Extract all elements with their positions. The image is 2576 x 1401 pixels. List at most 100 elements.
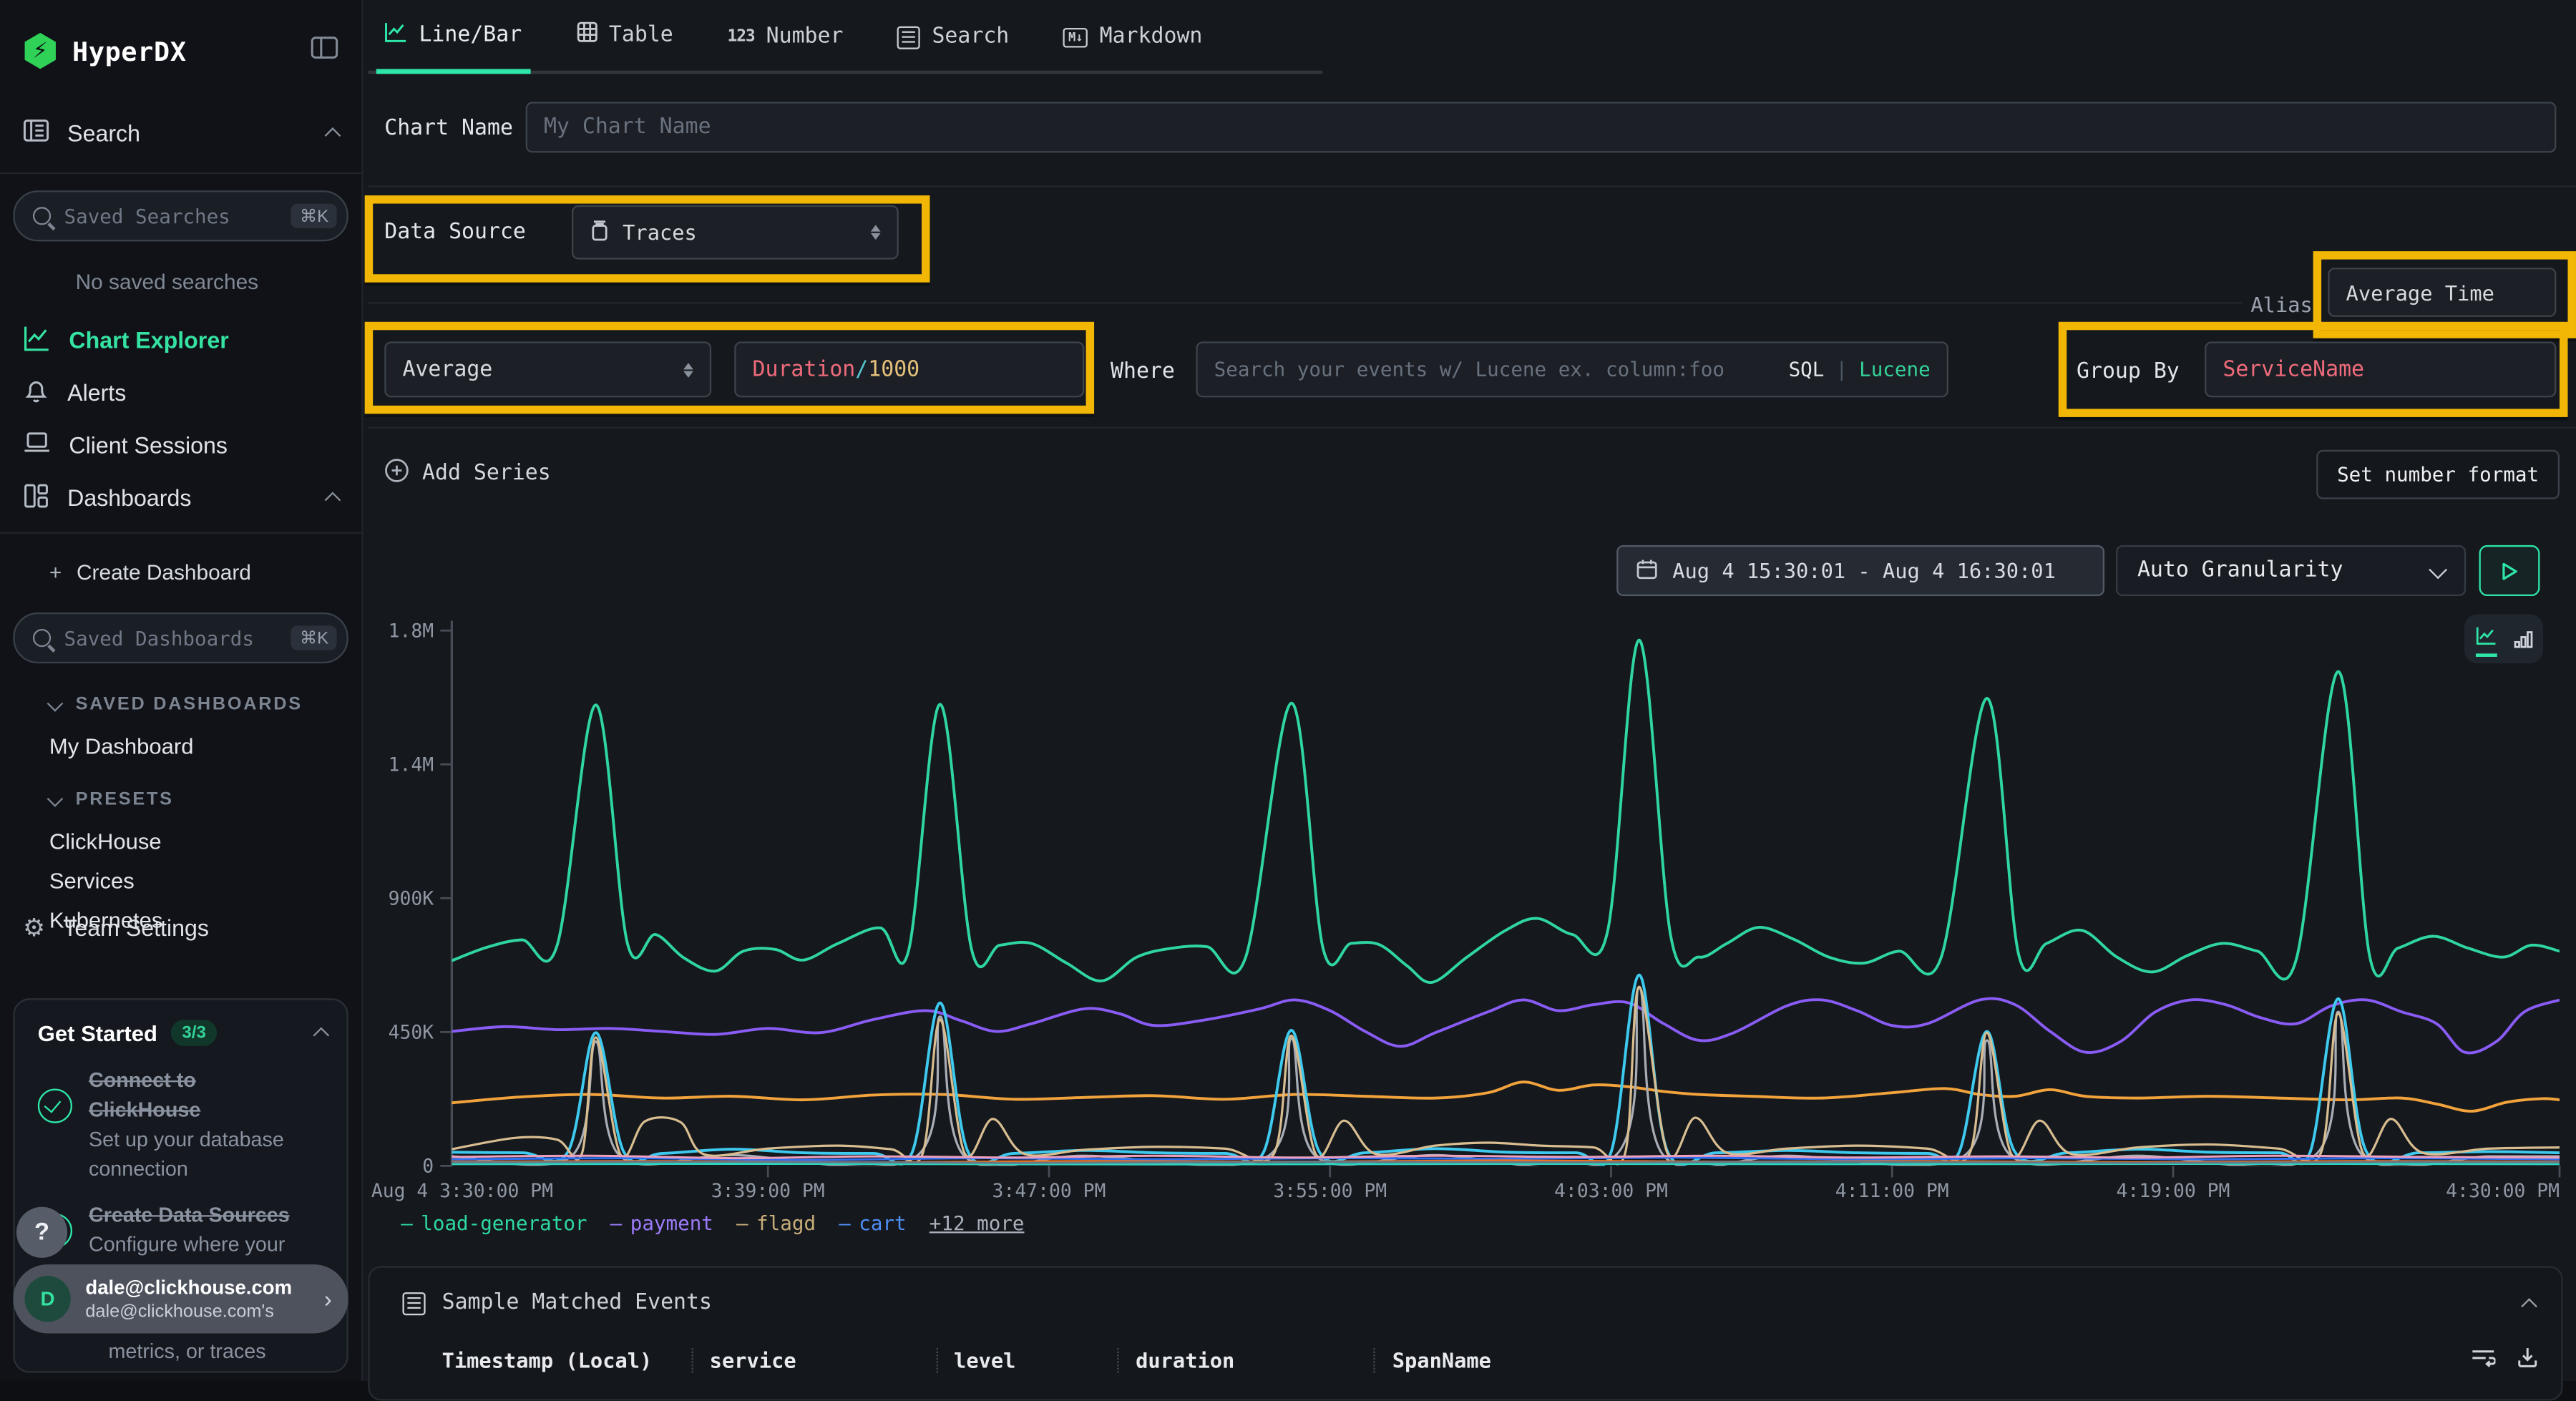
group-presets[interactable]: PRESETS xyxy=(0,778,361,821)
column-header[interactable]: SpanName xyxy=(1392,1347,1491,1372)
legend-dash-icon: — xyxy=(736,1212,748,1235)
aggregation-select[interactable]: Average xyxy=(384,341,711,397)
saved-searches-input[interactable]: ⌘K xyxy=(13,190,348,241)
saved-searches-field[interactable] xyxy=(64,205,292,228)
task-title: Connect toClickHouse xyxy=(89,1069,200,1121)
tab-label: Table xyxy=(609,23,673,47)
tab-number[interactable]: 123 Number xyxy=(728,24,844,70)
search-icon xyxy=(33,207,51,225)
saved-dashboards-input[interactable]: ⌘K xyxy=(13,612,348,663)
select-chevrons-icon xyxy=(871,225,881,240)
column-separator[interactable] xyxy=(1118,1347,1119,1372)
sidebar-item-clickhouse[interactable]: ClickHouse xyxy=(0,821,361,860)
sidebar-item-label: Client Sessions xyxy=(69,432,228,459)
chevron-up-icon[interactable] xyxy=(325,492,341,508)
app-title: HyperDX xyxy=(72,35,187,67)
y-axis-tick-label: 1.4M xyxy=(389,754,434,776)
sql-mode-button[interactable]: SQL xyxy=(1789,358,1825,381)
download-icon[interactable] xyxy=(2517,1347,2538,1373)
preset-link-label: ClickHouse xyxy=(49,829,162,853)
group-saved-dashboards[interactable]: SAVED DASHBOARDS xyxy=(0,683,361,726)
legend-item[interactable]: —flagd xyxy=(736,1212,816,1235)
line-chart-icon xyxy=(384,21,407,49)
series-load-generator xyxy=(452,640,2560,983)
divider xyxy=(368,427,2576,429)
number-123-icon: 123 xyxy=(728,28,755,46)
collapse-panel-icon[interactable] xyxy=(2521,1297,2537,1314)
divider xyxy=(0,532,361,534)
progress-badge: 3/3 xyxy=(170,1020,218,1046)
sidebar-item-client-sessions[interactable]: Client Sessions xyxy=(0,419,361,471)
alias-input[interactable] xyxy=(2328,268,2556,317)
sidebar-item-label: Dashboards xyxy=(67,484,191,511)
series-series-teal xyxy=(452,1163,2560,1164)
column-header[interactable]: Timestamp (Local) xyxy=(442,1347,653,1372)
shortcut-badge: ⌘K xyxy=(291,204,336,228)
timeseries-chart[interactable]: 0450K900K1.4M1.8M3:39:00 PM3:47:00 PM3:5… xyxy=(368,607,2576,1251)
tab-table[interactable]: Table xyxy=(576,21,673,71)
user-email: dale@clickhouse.com xyxy=(85,1275,292,1298)
chart-name-input[interactable] xyxy=(526,102,2557,152)
where-label: Where xyxy=(1111,360,1175,384)
legend-item[interactable]: —load-generator xyxy=(401,1212,587,1235)
column-separator[interactable] xyxy=(1374,1347,1375,1372)
y-axis-tick-label: 900K xyxy=(389,888,434,909)
user-menu[interactable]: D dale@clickhouse.com dale@clickhouse.co… xyxy=(13,1264,348,1333)
create-dashboard-button[interactable]: + Create Dashboard xyxy=(0,547,361,596)
column-header[interactable]: level xyxy=(954,1347,1015,1372)
divider xyxy=(0,172,361,174)
divider xyxy=(368,302,2243,303)
sidebar-item-dashboards[interactable]: Dashboards xyxy=(0,472,361,524)
main-content: Line/Bar Table 123 Number Search M↓ Mark… xyxy=(361,0,2576,1381)
legend-dash-icon: — xyxy=(401,1212,413,1235)
legend-item[interactable]: —cart xyxy=(839,1212,906,1235)
expression-input[interactable]: Duration/1000 xyxy=(734,341,1084,397)
date-range-input[interactable]: Aug 4 15:30:01 - Aug 4 16:30:01 xyxy=(1616,545,2104,596)
wrap-text-icon[interactable] xyxy=(2471,1347,2495,1372)
lucene-mode-button[interactable]: Lucene xyxy=(1859,358,1931,381)
saved-dashboards-field[interactable] xyxy=(64,627,292,650)
sidebar-section-search[interactable]: Search xyxy=(0,108,361,157)
sample-events-panel: Sample Matched Events Timestamp (Local) … xyxy=(368,1266,2562,1400)
group-by-input[interactable]: ServiceName xyxy=(2205,341,2556,397)
legend-dash-icon: — xyxy=(610,1212,623,1235)
sidebar-item-my-dashboard[interactable]: My Dashboard xyxy=(0,726,361,765)
set-number-format-button[interactable]: Set number format xyxy=(2316,450,2560,499)
help-button[interactable]: ? xyxy=(16,1207,67,1258)
legend-label: payment xyxy=(630,1212,713,1235)
data-source-select[interactable]: Traces xyxy=(572,205,899,260)
add-series-button[interactable]: Add Series xyxy=(384,458,551,489)
x-axis-tick-label: 3:39:00 PM xyxy=(711,1181,825,1202)
collapse-sidebar-icon[interactable] xyxy=(311,34,338,68)
where-input[interactable]: Search your events w/ Lucene ex. column:… xyxy=(1196,341,1948,397)
shortcut-badge: ⌘K xyxy=(291,625,336,650)
sidebar-item-services[interactable]: Services xyxy=(0,861,361,900)
legend-more-link[interactable]: +12 more xyxy=(930,1212,1025,1235)
legend-item[interactable]: — payment xyxy=(610,1212,713,1235)
x-axis-tick-label: 4:30:00 PM xyxy=(2446,1181,2560,1202)
tab-markdown[interactable]: M↓ Markdown xyxy=(1063,24,1202,70)
x-axis-tick-label: 4:11:00 PM xyxy=(1835,1181,1949,1202)
add-series-label: Add Series xyxy=(422,462,551,486)
tab-line-bar[interactable]: Line/Bar xyxy=(384,21,522,71)
sidebar-item-chart-explorer[interactable]: Chart Explorer xyxy=(0,313,361,366)
x-axis-tick-label: 3:55:00 PM xyxy=(1273,1181,1387,1202)
column-separator[interactable] xyxy=(936,1347,937,1372)
calendar-icon xyxy=(1636,557,1658,584)
column-header[interactable]: duration xyxy=(1136,1347,1234,1372)
database-icon xyxy=(590,219,610,245)
chevron-up-icon[interactable] xyxy=(313,1027,329,1044)
column-separator[interactable] xyxy=(691,1347,693,1372)
granularity-select[interactable]: Auto Granularity xyxy=(2116,545,2466,596)
chevron-up-icon[interactable] xyxy=(325,127,341,144)
sidebar-item-team-settings[interactable]: ⚙ Team Settings xyxy=(0,903,361,952)
sidebar-item-alerts[interactable]: Alerts xyxy=(0,366,361,419)
column-header[interactable]: service xyxy=(710,1347,796,1372)
get-started-item[interactable]: Connect toClickHouse Set up your databas… xyxy=(38,1065,284,1183)
y-axis-tick-label: 1.8M xyxy=(389,620,434,642)
add-circle-icon xyxy=(384,458,409,489)
gear-icon: ⚙ xyxy=(23,913,45,942)
data-source-label: Data Source xyxy=(384,220,526,245)
run-query-button[interactable] xyxy=(2479,545,2540,596)
tab-search[interactable]: Search xyxy=(897,24,1009,70)
